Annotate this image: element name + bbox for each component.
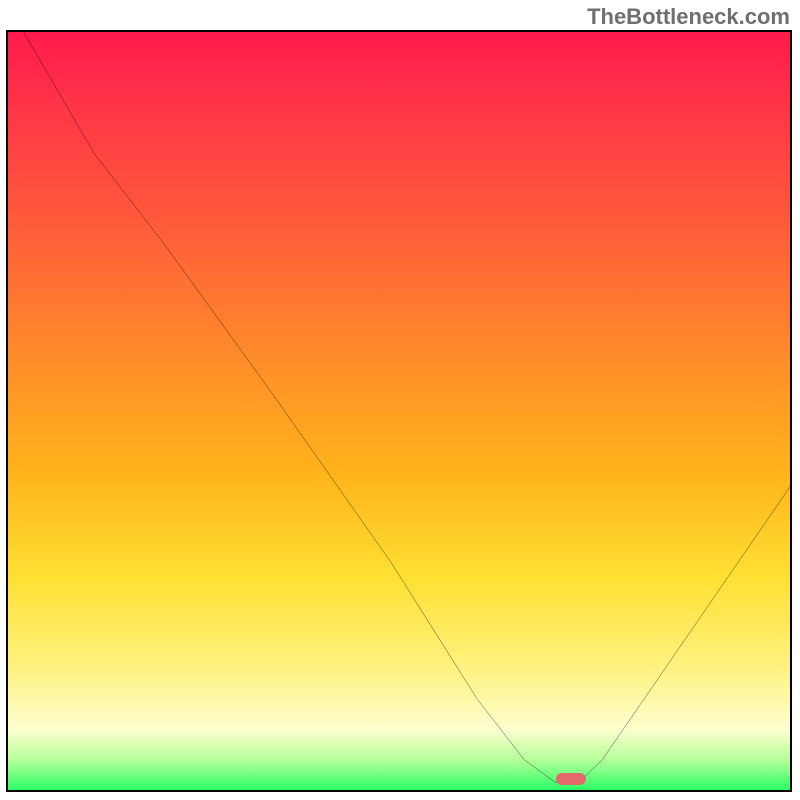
- sweet-spot-marker: [556, 773, 586, 785]
- bottleneck-curve: [8, 32, 790, 790]
- plot-area: [6, 30, 792, 792]
- watermark-text: TheBottleneck.com: [587, 4, 790, 30]
